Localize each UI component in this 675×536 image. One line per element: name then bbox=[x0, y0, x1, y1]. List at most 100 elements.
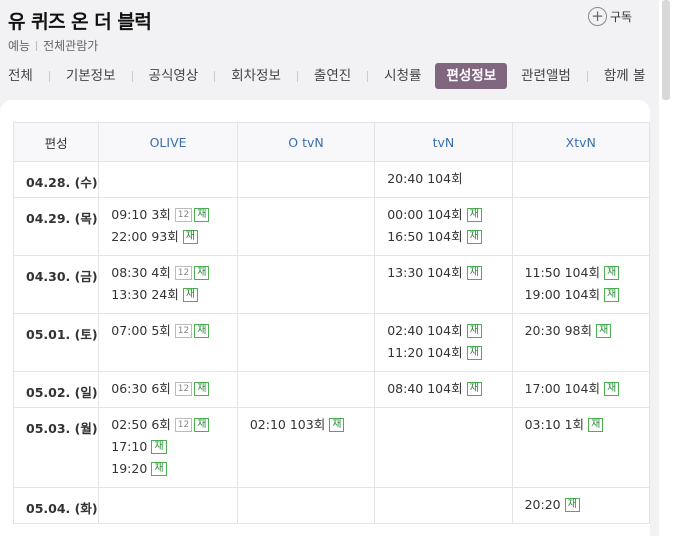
episode-number: 104회 bbox=[427, 381, 463, 396]
broadcast-entry: 08:40 104회 재 bbox=[387, 381, 511, 403]
broadcast-entry: 17:00 104회 재 bbox=[525, 381, 649, 403]
subscribe-label: 구독 bbox=[610, 10, 633, 24]
schedule-cell: 02:40 104회 재 11:20 104회 재 bbox=[374, 313, 513, 372]
schedule-cell bbox=[236, 161, 376, 198]
rerun-badge: 재 bbox=[466, 230, 482, 244]
broadcast-time: 19:00 bbox=[524, 287, 561, 302]
schedule-date: 04.28. (수) bbox=[12, 161, 100, 198]
schedule-cell bbox=[236, 313, 376, 372]
schedule-row: 05.02. (일) 06:30 6회 12 재 08:40 104회 재 17:00 104회 재 bbox=[12, 371, 650, 408]
broadcast-time: 08:30 bbox=[111, 265, 148, 280]
broadcast-entry: 20:30 98회 재 bbox=[525, 323, 649, 345]
program-header: 유 퀴즈 온 더 블럭 예능 전체관람가 + 구독 전체 기본정보 공식영상 회차정보… bbox=[0, 0, 675, 100]
tab-1[interactable]: 기본정보 bbox=[58, 63, 124, 89]
rerun-badge: 재 bbox=[564, 498, 580, 512]
channel-header: O tvN bbox=[236, 122, 376, 162]
broadcast-time: 13:30 bbox=[387, 265, 424, 280]
broadcast-time: 13:30 bbox=[111, 287, 148, 302]
scrollbar-thumb[interactable] bbox=[662, 0, 670, 100]
rerun-badge: 재 bbox=[603, 382, 620, 396]
schedule-cell: 09:10 3회 12 재 22:00 93회 재 bbox=[98, 197, 238, 256]
broadcast-entry: 02:40 104회 재 bbox=[387, 323, 511, 345]
episode-number: 3회 bbox=[151, 207, 171, 222]
schedule-date: 05.04. (화) bbox=[12, 487, 100, 524]
tab-0[interactable]: 전체 bbox=[0, 63, 41, 89]
episode-number: 93회 bbox=[151, 229, 179, 244]
episode-number: 104회 bbox=[564, 381, 600, 396]
tab-divider bbox=[367, 70, 369, 82]
tab-6[interactable]: 편성정보 bbox=[435, 63, 508, 89]
broadcast-time: 17:10 bbox=[111, 439, 148, 454]
schedule-date: 04.29. (목) bbox=[12, 197, 100, 256]
broadcast-entry: 19:20 재 bbox=[111, 461, 237, 483]
page-scrollbar[interactable] bbox=[659, 0, 675, 536]
tab-8[interactable]: 함께 볼 bbox=[596, 63, 654, 89]
subscribe-button[interactable]: + 구독 bbox=[588, 7, 632, 26]
schedule-cell bbox=[374, 487, 513, 524]
broadcast-time: 06:30 bbox=[111, 381, 148, 396]
schedule-row: 04.29. (목) 09:10 3회 12 재 22:00 93회 재 00:00 104회 재 1… bbox=[12, 197, 650, 256]
program-meta: 예능 전체관람가 bbox=[8, 37, 98, 54]
schedule-cell: 20:40 104회 bbox=[374, 161, 513, 198]
tab-divider bbox=[214, 70, 216, 82]
schedule-cell bbox=[98, 487, 238, 524]
broadcast-time: 17:00 bbox=[524, 381, 561, 396]
broadcast-entry: 19:00 104회 재 bbox=[525, 287, 649, 309]
episode-number: 5회 bbox=[151, 323, 171, 338]
episode-number: 104회 bbox=[427, 229, 463, 244]
rerun-badge: 재 bbox=[466, 208, 482, 222]
schedule-row: 04.28. (수) 20:40 104회 bbox=[12, 161, 650, 198]
tab-5[interactable]: 시청률 bbox=[376, 63, 429, 89]
broadcast-entry: 08:30 4회 12 재 bbox=[111, 265, 237, 287]
broadcast-time: 20:20 bbox=[524, 497, 561, 512]
broadcast-time: 07:00 bbox=[111, 323, 148, 338]
rerun-badge: 재 bbox=[182, 230, 198, 244]
episode-number: 98회 bbox=[564, 323, 593, 338]
schedule-cell bbox=[236, 197, 376, 256]
broadcast-time: 11:50 bbox=[524, 265, 561, 280]
tab-divider bbox=[296, 70, 298, 82]
schedule-cell bbox=[236, 371, 376, 408]
schedule-cell bbox=[511, 197, 650, 256]
rerun-badge: 재 bbox=[466, 346, 482, 360]
tab-7[interactable]: 관련앨범 bbox=[513, 63, 579, 89]
episode-number: 104회 bbox=[427, 207, 463, 222]
broadcast-entry: 13:30 104회 재 bbox=[387, 265, 511, 287]
tab-2[interactable]: 공식영상 bbox=[141, 63, 207, 89]
schedule-panel: 편성 OLIVE O tvN tvN XtvN 04.28. (수) 20:40 104회… bbox=[0, 100, 650, 536]
broadcast-time: 08:40 bbox=[387, 381, 424, 396]
rerun-badge: 재 bbox=[329, 418, 345, 432]
broadcast-time: 20:40 bbox=[387, 171, 424, 186]
tab-3[interactable]: 회차정보 bbox=[223, 63, 289, 89]
episode-number: 104회 bbox=[564, 265, 600, 280]
broadcast-entry: 09:10 3회 12 재 bbox=[111, 207, 237, 229]
schedule-row: 05.01. (토) 07:00 5회 12 재 02:40 104회 재 11:20 104회 재… bbox=[12, 313, 650, 372]
broadcast-time: 22:00 bbox=[111, 229, 148, 244]
broadcast-entry: 17:10 재 bbox=[111, 439, 237, 461]
rerun-badge: 재 bbox=[194, 208, 210, 222]
channel-header: OLIVE bbox=[98, 122, 238, 162]
schedule-date: 04.30. (금) bbox=[12, 255, 100, 314]
episode-number: 104회 bbox=[427, 171, 463, 186]
schedule-cell: 17:00 104회 재 bbox=[511, 371, 650, 408]
schedule-cell: 08:30 4회 12 재 13:30 24회 재 bbox=[98, 255, 238, 314]
schedule-cell: 08:40 104회 재 bbox=[374, 371, 513, 408]
broadcast-time: 03:10 bbox=[524, 417, 561, 432]
rerun-badge: 재 bbox=[182, 288, 198, 302]
broadcast-time: 00:00 bbox=[387, 207, 424, 222]
broadcast-time: 20:30 bbox=[524, 323, 561, 338]
broadcast-entry: 06:30 6회 12 재 bbox=[111, 381, 237, 403]
schedule-cell: 00:00 104회 재 16:50 104회 재 bbox=[374, 197, 513, 256]
age-rating-badge: 12 bbox=[174, 324, 193, 338]
schedule-cell bbox=[236, 487, 376, 524]
schedule-row: 05.03. (월) 02:50 6회 12 재 17:10 재 19:20 재 02:10 103… bbox=[12, 407, 650, 488]
channel-header: tvN bbox=[374, 122, 513, 162]
schedule-row: 04.30. (금) 08:30 4회 12 재 13:30 24회 재 13:30 104회 재 1… bbox=[12, 255, 650, 314]
rerun-badge: 재 bbox=[194, 382, 210, 396]
episode-number: 104회 bbox=[427, 323, 463, 338]
tab-4[interactable]: 출연진 bbox=[306, 63, 359, 89]
episode-number: 1회 bbox=[564, 417, 585, 432]
schedule-cell bbox=[236, 255, 376, 314]
schedule-cell: 02:50 6회 12 재 17:10 재 19:20 재 bbox=[98, 407, 238, 488]
broadcast-entry: 07:00 5회 12 재 bbox=[111, 323, 237, 345]
